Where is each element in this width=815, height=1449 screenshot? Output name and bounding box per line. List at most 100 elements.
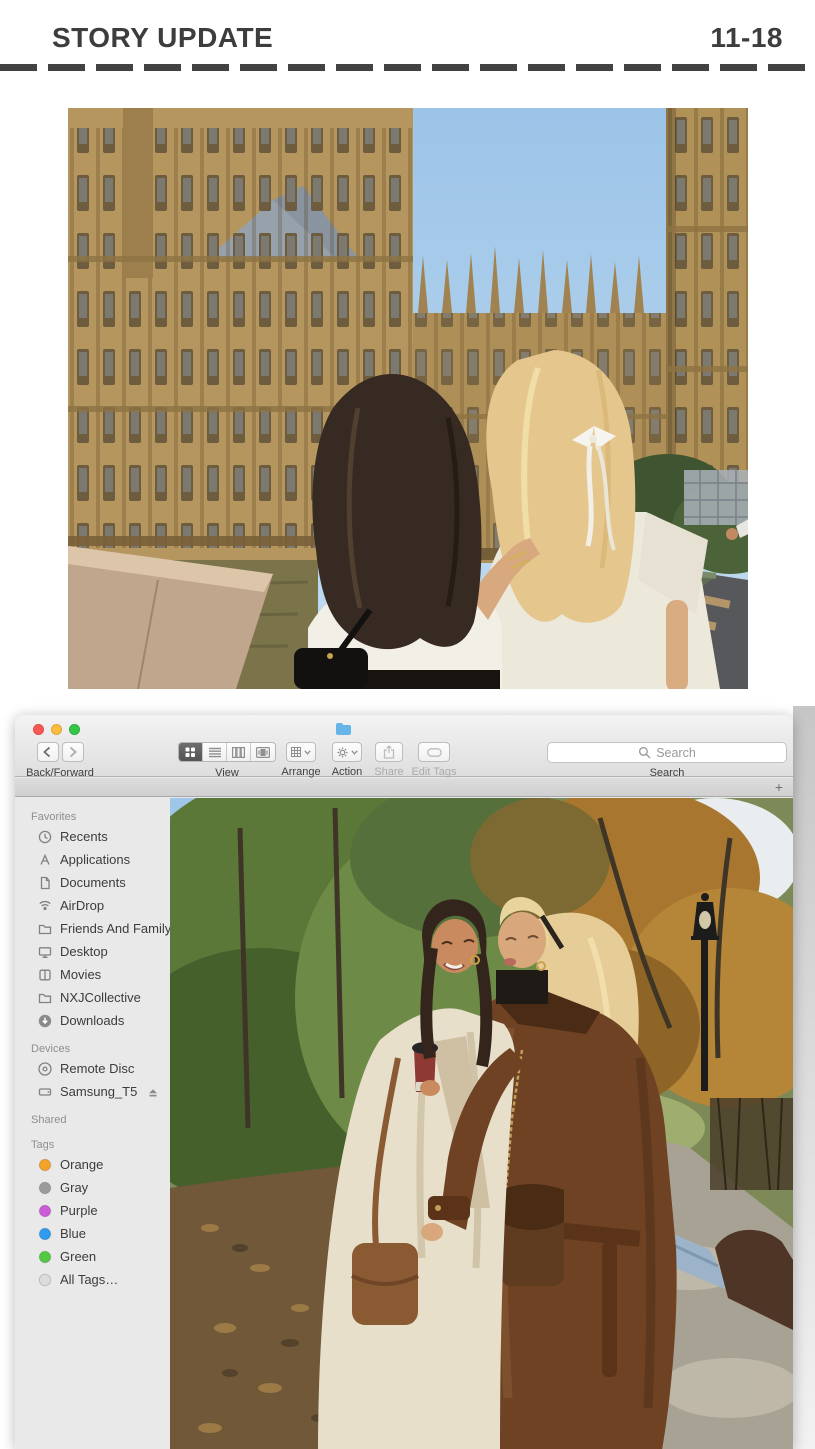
sidebar-item-nxjcollective[interactable]: NXJCollective bbox=[15, 986, 170, 1009]
film-strip-divider bbox=[0, 64, 815, 71]
sidebar-item-label: Blue bbox=[60, 1226, 86, 1241]
clock-icon bbox=[37, 829, 53, 845]
search-group: Search Search bbox=[547, 742, 787, 779]
close-window-button[interactable] bbox=[33, 724, 44, 735]
forward-button[interactable] bbox=[62, 742, 84, 762]
sidebar-item-purple[interactable]: Purple bbox=[15, 1199, 170, 1222]
chevron-left-icon bbox=[42, 746, 53, 758]
sidebar-item-label: AirDrop bbox=[60, 898, 104, 913]
search-icon bbox=[638, 746, 651, 759]
applications-icon bbox=[37, 852, 53, 868]
coverflow-view-button[interactable] bbox=[251, 743, 275, 761]
sidebar-section-devices: Devices bbox=[15, 1041, 170, 1057]
search-placeholder: Search bbox=[656, 746, 696, 760]
tag-icon bbox=[37, 1249, 53, 1265]
minimize-window-button[interactable] bbox=[51, 724, 62, 735]
desktop-icon bbox=[37, 944, 53, 960]
airdrop-icon bbox=[37, 898, 53, 914]
drive-icon bbox=[37, 1084, 53, 1100]
sidebar-item-label: Movies bbox=[60, 967, 101, 982]
sidebar-item-friends-and-family[interactable]: Friends And Family bbox=[15, 917, 170, 940]
list-view-icon bbox=[209, 747, 221, 758]
folder-icon bbox=[37, 921, 53, 937]
view-label: View bbox=[178, 767, 276, 779]
arrange-label: Arrange bbox=[277, 766, 325, 778]
new-tab-button[interactable]: + bbox=[771, 779, 787, 795]
edit-tags-group: Edit Tags bbox=[407, 742, 461, 778]
sidebar-section-tags: Tags bbox=[15, 1137, 170, 1153]
sidebar-item-label: All Tags… bbox=[60, 1272, 118, 1287]
sidebar-section-favorites: Favorites bbox=[15, 809, 170, 825]
sidebar-item-desktop[interactable]: Desktop bbox=[15, 940, 170, 963]
icon-view-icon bbox=[185, 747, 196, 758]
sidebar-item-label: NXJCollective bbox=[60, 990, 141, 1005]
share-label: Share bbox=[371, 766, 407, 778]
chevron-down-icon bbox=[351, 750, 358, 755]
sidebar-item-downloads[interactable]: Downloads bbox=[15, 1009, 170, 1032]
share-icon bbox=[383, 745, 395, 759]
icon-view-button[interactable] bbox=[179, 743, 203, 761]
sidebar-item-blue[interactable]: Blue bbox=[15, 1222, 170, 1245]
sidebar-item-all-tags[interactable]: All Tags… bbox=[15, 1268, 170, 1291]
sidebar-item-label: Gray bbox=[60, 1180, 88, 1195]
sidebar-item-movies[interactable]: Movies bbox=[15, 963, 170, 986]
arrange-button[interactable] bbox=[286, 742, 316, 762]
sidebar-item-label: Documents bbox=[60, 875, 126, 890]
action-button[interactable] bbox=[332, 742, 362, 762]
action-group: Action bbox=[325, 742, 369, 778]
sidebar-item-label: Friends And Family bbox=[60, 921, 171, 936]
photo-park-autumn bbox=[170, 798, 793, 1449]
finder-window: Back/Forward bbox=[15, 715, 793, 1449]
view-group: View bbox=[178, 742, 276, 779]
river-and-parapet bbox=[68, 546, 318, 689]
sidebar-section-shared: Shared bbox=[15, 1112, 170, 1128]
finder-sidebar: Favorites Recents Applications Documents Air… bbox=[15, 798, 170, 1449]
document-icon bbox=[37, 875, 53, 891]
disc-icon bbox=[37, 1061, 53, 1077]
chevron-down-icon bbox=[304, 750, 311, 755]
sidebar-item-label: Desktop bbox=[60, 944, 108, 959]
finder-titlebar: Back/Forward bbox=[15, 715, 793, 777]
sidebar-item-applications[interactable]: Applications bbox=[15, 848, 170, 871]
column-view-button[interactable] bbox=[227, 743, 251, 761]
sidebar-item-airdrop[interactable]: AirDrop bbox=[15, 894, 170, 917]
arrange-grid-icon bbox=[291, 747, 301, 757]
edit-tags-button[interactable] bbox=[418, 742, 450, 762]
back-button[interactable] bbox=[37, 742, 59, 762]
sidebar-item-label: Downloads bbox=[60, 1013, 124, 1028]
photo-london-westminster bbox=[68, 108, 748, 689]
desktop-background bbox=[793, 706, 815, 1449]
share-button[interactable] bbox=[375, 742, 403, 762]
page-title: STORY UPDATE bbox=[52, 22, 273, 54]
downloads-icon bbox=[37, 1013, 53, 1029]
sidebar-item-label: Green bbox=[60, 1249, 96, 1264]
sidebar-item-gray[interactable]: Gray bbox=[15, 1176, 170, 1199]
movies-icon bbox=[37, 967, 53, 983]
search-input[interactable]: Search bbox=[547, 742, 787, 763]
sidebar-item-orange[interactable]: Orange bbox=[15, 1153, 170, 1176]
finder-tab-bar: + bbox=[15, 778, 793, 797]
back-forward-group: Back/Forward bbox=[21, 742, 99, 779]
zoom-window-button[interactable] bbox=[69, 724, 80, 735]
tag-icon bbox=[37, 1180, 53, 1196]
tag-capsule-icon bbox=[427, 748, 442, 757]
all-tags-icon bbox=[37, 1272, 53, 1288]
page-date: 11-18 bbox=[710, 22, 783, 54]
column-view-icon bbox=[232, 747, 245, 758]
action-label: Action bbox=[325, 766, 369, 778]
sidebar-item-documents[interactable]: Documents bbox=[15, 871, 170, 894]
sidebar-item-recents[interactable]: Recents bbox=[15, 825, 170, 848]
sidebar-item-remote-disc[interactable]: Remote Disc bbox=[15, 1057, 170, 1080]
sidebar-item-label: Samsung_T5 bbox=[60, 1084, 137, 1099]
list-view-button[interactable] bbox=[203, 743, 227, 761]
folder-icon bbox=[37, 990, 53, 1006]
sidebar-item-label: Recents bbox=[60, 829, 108, 844]
share-group: Share bbox=[371, 742, 407, 778]
tag-icon bbox=[37, 1226, 53, 1242]
chevron-right-icon bbox=[67, 746, 78, 758]
sidebar-item-green[interactable]: Green bbox=[15, 1245, 170, 1268]
sidebar-item-samsung-t5[interactable]: Samsung_T5 bbox=[15, 1080, 170, 1103]
eject-icon[interactable] bbox=[145, 1084, 161, 1100]
coverflow-view-icon bbox=[256, 747, 270, 758]
sidebar-item-label: Remote Disc bbox=[60, 1061, 134, 1076]
